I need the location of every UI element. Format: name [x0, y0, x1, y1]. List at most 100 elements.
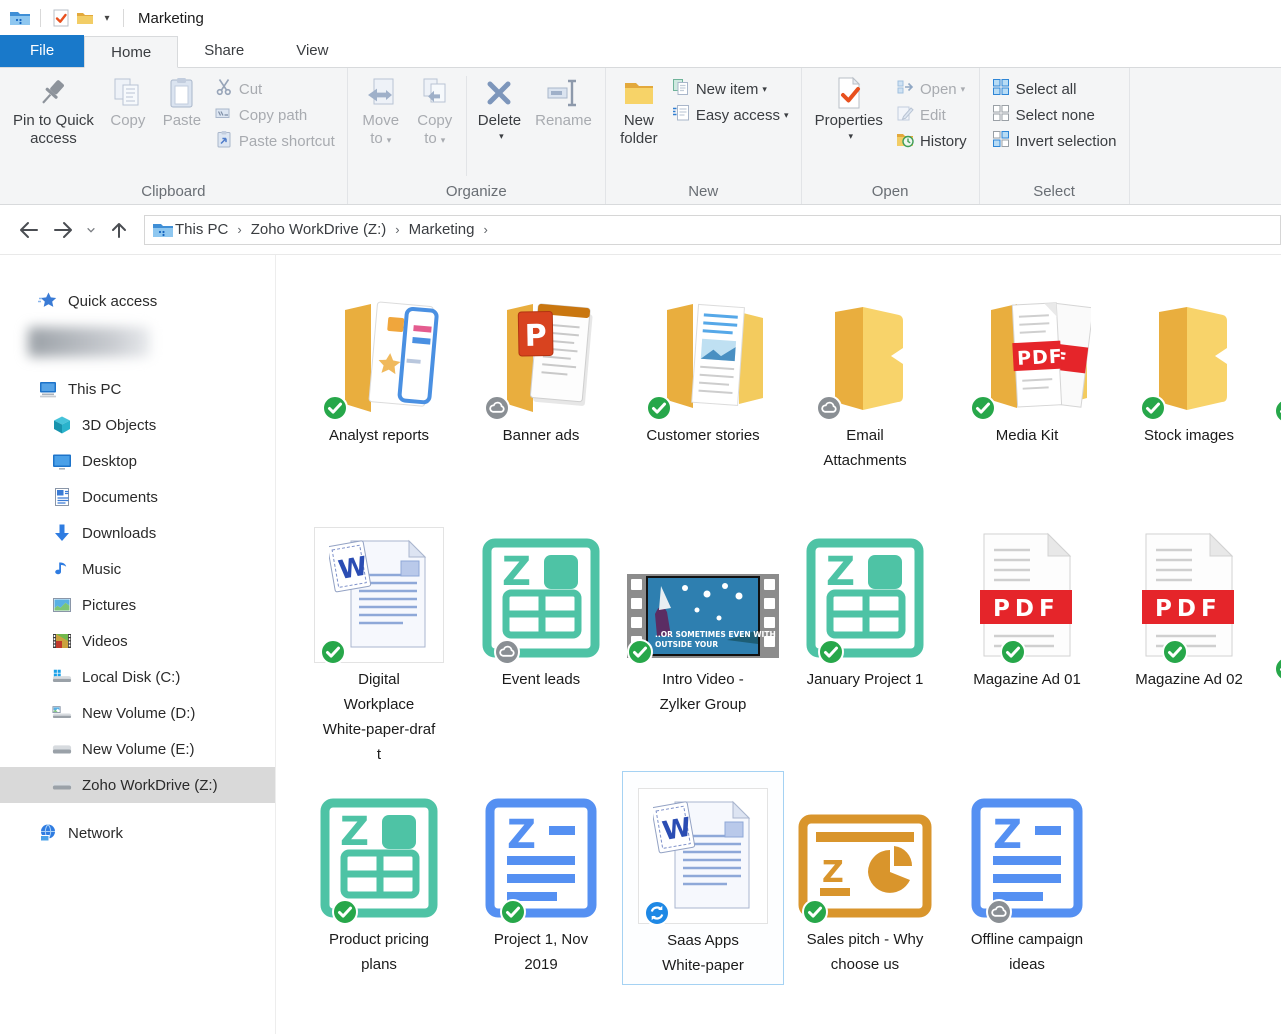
sidebar-item-3d-objects[interactable]: 3D Objects	[0, 407, 275, 443]
breadcrumb-item-zoho-workdrive-z-[interactable]: Zoho WorkDrive (Z:)	[251, 221, 387, 238]
paste-button[interactable]: Paste	[155, 70, 209, 132]
copy-path-button[interactable]: Copy path	[209, 102, 341, 128]
forward-button[interactable]	[46, 215, 80, 245]
ribbon-group-label: Open	[808, 182, 973, 204]
sidebar-item-this-pc[interactable]: This PC	[0, 371, 275, 407]
sidebar-item-quick-access[interactable]: Quick access	[0, 283, 275, 319]
properties-button[interactable]: Properties▾	[808, 70, 890, 144]
invert-selection-button[interactable]: Invert selection	[986, 128, 1123, 154]
address-box[interactable]: This PC › Zoho WorkDrive (Z:) › Marketing ›	[144, 215, 1281, 245]
file-thumbnail	[805, 281, 925, 419]
file-grid-row-3: Z Product pricing plans Z Project 1, Nov…	[298, 771, 1281, 985]
tab-home[interactable]: Home	[84, 36, 178, 68]
paste-shortcut-label: Paste shortcut	[239, 133, 335, 150]
sidebar-item-label: New Volume (D:)	[82, 705, 195, 722]
file-item-label: Product pricing plans	[329, 927, 429, 977]
delete-button[interactable]: Delete▾	[471, 70, 528, 144]
drive-image-icon	[52, 703, 72, 723]
breadcrumb-chevron[interactable]: ›	[237, 222, 241, 237]
file-item-label: Saas Apps White-paper	[662, 928, 744, 978]
history-button[interactable]: History	[890, 128, 973, 154]
sidebar-item-downloads[interactable]: Downloads	[0, 515, 275, 551]
file-item-banner-ads[interactable]: PBanner ads	[460, 281, 622, 448]
file-item-analyst-reports[interactable]: Analyst reports	[298, 281, 460, 448]
window-title: Marketing	[138, 10, 204, 27]
sidebar-item-network[interactable]: Network	[0, 815, 275, 851]
main-area: Quick access This PC3D ObjectsDesktopDocu…	[0, 255, 1281, 1034]
pc-icon	[38, 379, 58, 399]
ribbon-group-organize: Move to▾Copy to▾Delete▾RenameOrganize	[348, 68, 606, 204]
file-item-intro-video-[interactable]: ..OR SOMETIMES EVEN WITH PEOPLE OUTSIDE …	[622, 521, 784, 717]
move-to-button[interactable]: Move to▾	[354, 70, 408, 151]
file-item-label: Email Attachments	[823, 423, 906, 473]
file-item-january-project-1[interactable]: Z January Project 1	[784, 521, 946, 692]
properties-label: Properties	[815, 112, 883, 130]
properties-dropdown-caret[interactable]: ▾	[848, 131, 853, 142]
copy-button[interactable]: Copy	[101, 70, 155, 132]
easy-access-button[interactable]: Easy access▾	[666, 102, 795, 128]
file-item-magazine-ad-02[interactable]: PDF Magazine Ad 02	[1108, 521, 1270, 692]
pin-to-quick-access-button[interactable]: Pin to Quick access	[6, 70, 101, 150]
file-item-magazine-ad-01[interactable]: PDF Magazine Ad 01	[946, 521, 1108, 692]
folder-icon[interactable]	[73, 6, 97, 30]
back-button[interactable]	[12, 215, 46, 245]
sidebar-item-new-volume-e-[interactable]: New Volume (E:)	[0, 731, 275, 767]
file-item-stock-images[interactable]: Stock images	[1108, 281, 1270, 448]
sidebar-item-documents[interactable]: Documents	[0, 479, 275, 515]
pdf-icon: PDF	[978, 532, 1076, 663]
properties-check-icon[interactable]	[49, 6, 73, 30]
sidebar-item-zoho-workdrive-z-[interactable]: Zoho WorkDrive (Z:)	[0, 767, 275, 803]
sync-status-cloud-badge	[986, 899, 1012, 925]
new-folder-button[interactable]: New folder	[612, 70, 666, 150]
file-item-label: Sales pitch - Why choose us	[807, 927, 924, 977]
file-item-event-leads[interactable]: Z Event leads	[460, 521, 622, 692]
select-all-button[interactable]: Select all	[986, 76, 1123, 102]
sidebar-item-redacted[interactable]	[28, 327, 150, 357]
recent-locations-caret[interactable]	[80, 215, 102, 245]
qat-dropdown-caret[interactable]: ▾	[99, 13, 115, 24]
sidebar-item-local-disk-c-[interactable]: Local Disk (C:)	[0, 659, 275, 695]
move-to-label: Move to▾	[362, 112, 399, 149]
sidebar-item-label: Zoho WorkDrive (Z:)	[82, 777, 218, 794]
file-item-sales-pitch-why[interactable]: Z Sales pitch - Why choose us	[784, 771, 946, 977]
copy-to-button[interactable]: Copy to▾	[408, 70, 462, 151]
file-item-customer-stories[interactable]: Customer stories	[622, 281, 784, 448]
cut-button[interactable]: Cut	[209, 76, 341, 102]
sidebar-item-pictures[interactable]: Pictures	[0, 587, 275, 623]
sidebar-item-desktop[interactable]: Desktop	[0, 443, 275, 479]
breadcrumb-chevron[interactable]: ›	[483, 222, 487, 237]
file-item-email[interactable]: Email Attachments	[784, 281, 946, 473]
file-item-saas-apps[interactable]: WSaas Apps White-paper	[622, 771, 784, 985]
new-item-button[interactable]: New item▾	[666, 76, 795, 102]
file-item-label: Digital Workplace White-paper-draf t	[323, 667, 436, 767]
paste-shortcut-button[interactable]: Paste shortcut	[209, 128, 341, 154]
titlebar-separator2	[123, 9, 124, 27]
file-item-label: Analyst reports	[329, 423, 429, 448]
delete-dropdown-caret[interactable]: ▾	[499, 131, 504, 142]
up-button[interactable]	[102, 215, 136, 245]
file-item-product-pricing[interactable]: Z Product pricing plans	[298, 771, 460, 977]
pin-icon	[36, 74, 70, 112]
file-item-offline-campaign[interactable]: Z Offline campaign ideas	[946, 771, 1108, 977]
invert-selection-label: Invert selection	[1016, 133, 1117, 150]
rename-button[interactable]: Rename	[528, 70, 599, 132]
ribbon: Pin to Quick accessCopyPasteCutCopy path…	[0, 68, 1281, 205]
file-item-project-1-nov[interactable]: Z Project 1, Nov 2019	[460, 771, 622, 977]
breadcrumb-item-this-pc[interactable]: This PC	[175, 221, 228, 238]
sidebar-item-videos[interactable]: Videos	[0, 623, 275, 659]
breadcrumb-item-marketing[interactable]: Marketing	[409, 221, 475, 238]
tab-file[interactable]: File	[0, 35, 84, 67]
open-button[interactable]: Open▾	[890, 76, 973, 102]
breadcrumb-chevron[interactable]: ›	[395, 222, 399, 237]
tab-share[interactable]: Share	[178, 35, 270, 67]
tab-view[interactable]: View	[270, 35, 354, 67]
film-icon	[52, 631, 72, 651]
selinv-icon	[992, 130, 1010, 153]
sidebar-item-new-volume-d-[interactable]: New Volume (D:)	[0, 695, 275, 731]
file-item-digital[interactable]: WDigital Workplace White-paper-draf t	[298, 521, 460, 767]
select-none-button[interactable]: Select none	[986, 102, 1123, 128]
file-item-media-kit[interactable]: F PDF Media Kit	[946, 281, 1108, 448]
svg-text:Z: Z	[822, 855, 844, 890]
edit-button[interactable]: Edit	[890, 102, 973, 128]
sidebar-item-music[interactable]: Music	[0, 551, 275, 587]
